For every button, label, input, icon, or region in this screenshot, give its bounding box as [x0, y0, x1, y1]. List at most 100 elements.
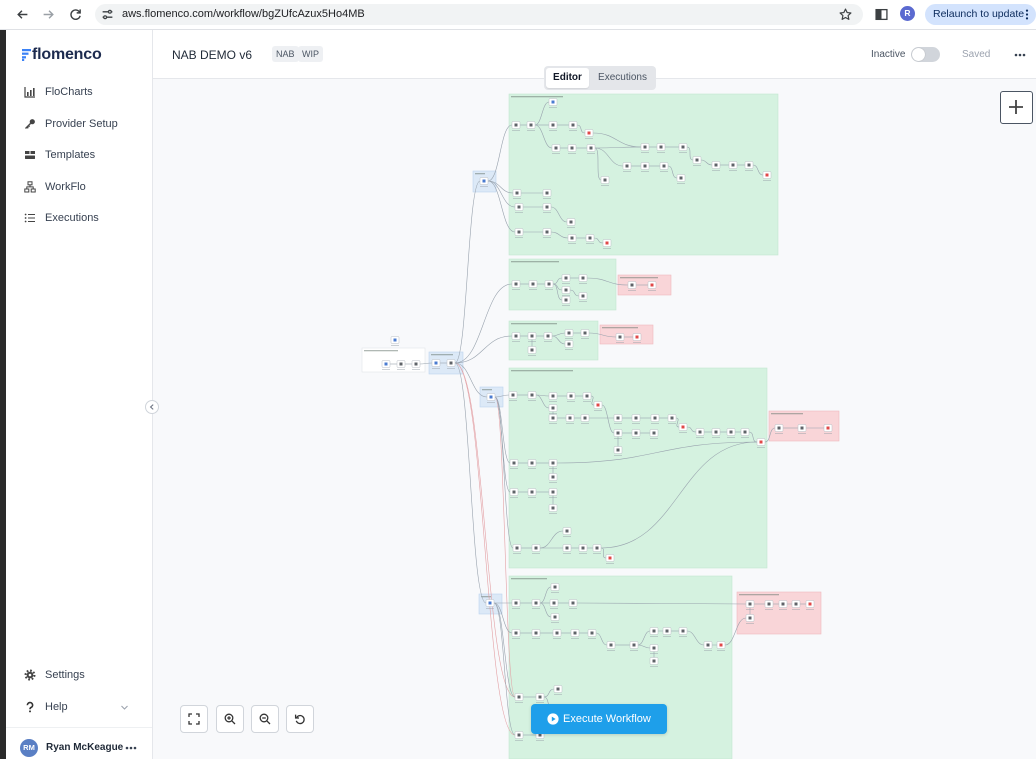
node-caption-mark — [510, 468, 518, 469]
node-icon — [530, 334, 534, 338]
node-icon — [551, 406, 555, 410]
node-caption-mark — [549, 423, 557, 424]
fit-view-button[interactable] — [180, 705, 208, 733]
zoom-out-button[interactable] — [251, 705, 279, 733]
node-icon — [659, 145, 663, 149]
node-icon — [553, 615, 557, 619]
logo[interactable]: flomenco — [22, 46, 122, 64]
node-caption-mark — [746, 609, 754, 610]
sidebar-item-provider-setup[interactable]: Provider Setup — [16, 113, 144, 135]
add-node-button[interactable] — [1000, 91, 1033, 124]
arrow-right-icon[interactable] — [42, 8, 55, 21]
more-icon[interactable] — [1014, 53, 1026, 57]
node-icon — [589, 146, 593, 150]
execute-workflow-button[interactable]: Execute Workflow — [531, 704, 667, 734]
node-caption-mark — [588, 638, 596, 639]
sidebar-item-executions[interactable]: Executions — [16, 207, 144, 229]
site-settings-icon[interactable] — [101, 8, 114, 21]
star-icon[interactable] — [839, 8, 852, 21]
kebab-menu-icon[interactable] — [1025, 9, 1029, 20]
profile-avatar[interactable]: R — [900, 6, 915, 21]
relaunch-button[interactable]: Relaunch to update — [925, 4, 1036, 25]
templates-icon — [24, 149, 36, 161]
address-bar[interactable]: aws.flomenco.com/workflow/bgZUfcAzux5Ho4… — [95, 4, 863, 25]
active-toggle[interactable] — [911, 47, 940, 62]
group-title-mark — [364, 350, 398, 352]
node-icon — [556, 687, 560, 691]
sidebar-item-settings[interactable]: Settings — [16, 664, 144, 686]
tag-badge[interactable]: NAB — [272, 46, 299, 62]
sidebar-item-workflo[interactable]: WorkFlo — [16, 176, 144, 198]
node-icon — [514, 334, 518, 338]
more-icon[interactable] — [125, 746, 137, 750]
node-icon — [547, 282, 551, 286]
node-icon — [564, 276, 568, 280]
node-caption-mark — [660, 171, 668, 172]
node-caption-mark — [679, 432, 687, 433]
node-caption-mark — [641, 152, 649, 153]
tab-editor[interactable]: Editor — [546, 68, 589, 88]
node-group[interactable] — [508, 320, 599, 361]
node-caption-mark — [549, 497, 557, 498]
node-icon — [551, 394, 555, 398]
node-caption-mark — [677, 183, 685, 184]
workflow-diagram[interactable] — [153, 79, 1036, 759]
node-caption-mark — [585, 138, 593, 139]
node-caption-mark — [512, 608, 520, 609]
node-group[interactable] — [736, 591, 822, 635]
connection-line — [454, 180, 481, 364]
node-icon — [616, 416, 620, 420]
node-caption-mark — [412, 369, 420, 370]
node-icon — [545, 191, 549, 195]
sidebar-item-templates[interactable]: Templates — [16, 144, 144, 166]
node-icon — [564, 288, 568, 292]
node-caption-mark — [567, 401, 575, 402]
node-caption-mark — [648, 290, 656, 291]
collapse-sidebar-button[interactable] — [145, 400, 159, 414]
node-icon — [781, 602, 785, 606]
node-caption-mark — [513, 198, 521, 199]
node-icon — [585, 394, 589, 398]
node-icon — [695, 158, 699, 162]
node-caption-mark — [775, 433, 783, 434]
sidebar-item-label: Templates — [45, 149, 96, 161]
node-icon — [731, 163, 735, 167]
sidebar-item-label: Provider Setup — [45, 118, 118, 130]
node-icon — [596, 403, 600, 407]
node-group[interactable] — [361, 347, 426, 373]
workflow-canvas[interactable] — [153, 79, 1036, 759]
node-icon — [515, 191, 519, 195]
sidebar-item-help[interactable]: Help — [16, 696, 144, 718]
node-icon — [414, 362, 418, 366]
node-caption-mark — [727, 437, 735, 438]
node-icon — [581, 276, 585, 280]
page-title[interactable]: NAB DEMO v6 — [172, 48, 252, 62]
reset-zoom-button[interactable] — [286, 705, 314, 733]
node-icon — [517, 695, 521, 699]
reload-icon[interactable] — [69, 8, 82, 21]
chevron-down-icon[interactable] — [120, 703, 129, 712]
node-icon — [551, 475, 555, 479]
zoom-in-button[interactable] — [216, 705, 244, 733]
sidebar-item-label: WorkFlo — [45, 181, 86, 193]
node-caption-mark — [614, 423, 622, 424]
node-icon — [568, 416, 572, 420]
side-panel-icon[interactable] — [875, 8, 888, 21]
node-caption-mark — [528, 497, 536, 498]
node-caption-mark — [545, 289, 553, 290]
arrow-left-icon[interactable] — [16, 8, 29, 21]
tab-executions[interactable]: Executions — [591, 68, 654, 88]
node-caption-mark — [594, 410, 602, 411]
url-text[interactable]: aws.flomenco.com/workflow/bgZUfcAzux5Ho4… — [122, 4, 365, 25]
sidebar-item-flocharts[interactable]: FloCharts — [16, 81, 144, 103]
node-caption-mark — [601, 185, 609, 186]
node-caption-mark — [650, 636, 658, 637]
node-caption-mark — [549, 413, 557, 414]
node-icon — [595, 546, 599, 550]
node-icon — [583, 331, 587, 335]
tag-badge[interactable]: WIP — [298, 46, 323, 62]
node-icon — [681, 629, 685, 633]
user-menu[interactable]: RM Ryan McKeague — [6, 737, 152, 759]
node-icon — [564, 298, 568, 302]
node-icon — [681, 425, 685, 429]
